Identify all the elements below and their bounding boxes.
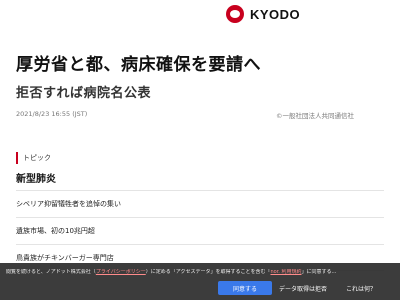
reject-data-button[interactable]: データ取得は拒否 — [276, 281, 330, 295]
kyodo-logo-icon — [226, 5, 244, 23]
list-item[interactable]: シベリア抑留犠牲者を追悼の集い — [16, 190, 384, 217]
logo-text: KYODO — [250, 6, 301, 22]
kyodo-logo[interactable]: KYODO — [226, 5, 300, 23]
terms-link[interactable]: nor. 利用規約 — [270, 269, 301, 275]
what-is-this-button[interactable]: これは何？ — [334, 281, 388, 295]
article-date: 2021/8/23 16:55 (JST) — [16, 110, 88, 118]
consent-banner: 閲覧を続けると、ノアドット株式会社（プライバシーポリシー）に定める「アクセスデー… — [0, 263, 400, 300]
article-headline: 厚労省と都、病床確保を要請へ — [16, 55, 261, 75]
consent-text-middle: ）に定める「アクセスデータ」を取得することを含む「 — [145, 269, 271, 275]
copyright: ©一般社団法人共同通信社 — [276, 112, 354, 120]
accept-button[interactable]: 同意する — [218, 281, 272, 295]
list-item[interactable]: 遺族市場、初の10兆円超 — [16, 217, 384, 244]
topic-title[interactable]: 新型肺炎 — [16, 170, 56, 185]
privacy-policy-link[interactable]: プライバシーポリシー — [96, 269, 146, 275]
consent-text: 閲覧を続けると、ノアドット株式会社（プライバシーポリシー）に定める「アクセスデー… — [6, 269, 396, 276]
topic-label: トピック — [16, 152, 51, 164]
consent-text-before: 閲覧を続けると、ノアドット株式会社（ — [6, 269, 96, 275]
article-subhead: 拒否すれば病院名公表 — [16, 86, 152, 101]
topic-list: シベリア抑留犠牲者を追悼の集い 遺族市場、初の10兆円超 鳥貴族がチキンバーガー… — [16, 190, 384, 271]
site-header: KYODO — [0, 0, 400, 36]
consent-text-after: 」に同意する... — [301, 269, 337, 275]
article-meta: 2021/8/23 16:55 (JST) ©一般社団法人共同通信社 — [16, 110, 384, 122]
